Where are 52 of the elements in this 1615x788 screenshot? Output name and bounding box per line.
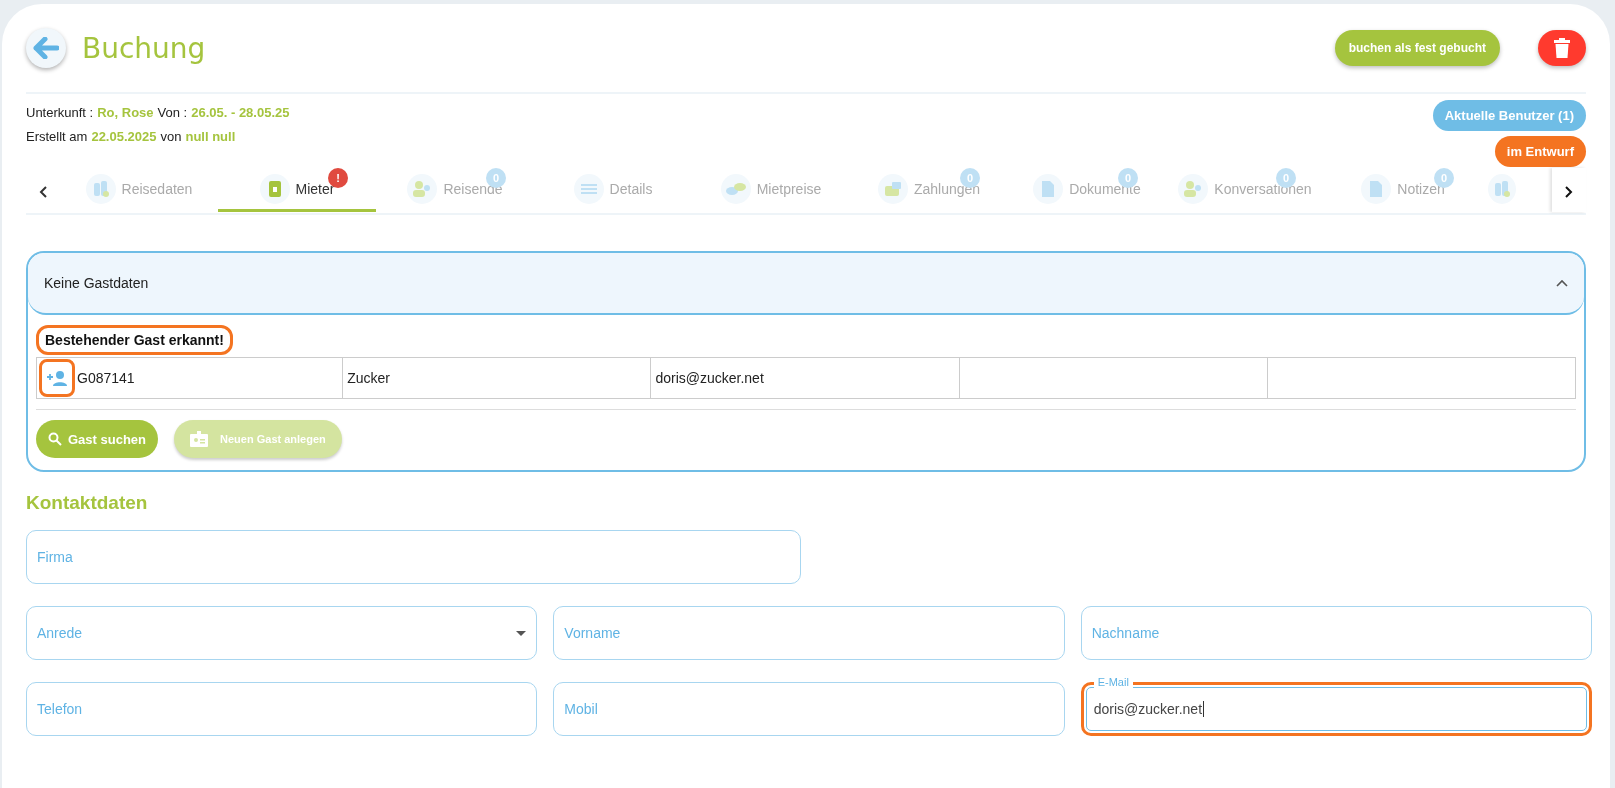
info-label: von [160, 128, 182, 144]
info-label: Erstellt am [26, 128, 88, 144]
chevron-right-icon [1565, 186, 1573, 198]
input-field[interactable]: Telefon [26, 682, 538, 736]
select-field[interactable]: Anrede [26, 606, 538, 660]
luggage-icon [85, 173, 116, 204]
tab[interactable]: Mieter ! [218, 168, 376, 212]
input-field[interactable]: Nachname [1080, 606, 1592, 660]
panel-header[interactable]: Keine Gastdaten [28, 253, 1584, 315]
input-field[interactable]: Vorname [553, 606, 1065, 660]
info-label: Unterkunft : [26, 104, 94, 120]
info-value: null null [185, 128, 236, 144]
arrow-left-icon [33, 37, 59, 59]
info-label: Von : [157, 104, 188, 120]
table-cell: doris@zucker.net [650, 358, 959, 398]
tab[interactable]: Notizen 0 [1324, 168, 1482, 212]
tab[interactable]: Konversationen 0 [1166, 168, 1324, 212]
input-field[interactable]: Firma [26, 530, 801, 584]
document-icon [1033, 173, 1064, 204]
tab[interactable]: Reisende 0 [376, 168, 534, 212]
tab[interactable]: Mietpreise [692, 168, 850, 212]
tab[interactable]: Details [534, 168, 692, 212]
id-card-icon [190, 431, 209, 447]
delete-button[interactable] [1538, 30, 1586, 66]
search-icon [48, 432, 62, 446]
info-value: 22.05.2025 [91, 128, 157, 144]
people-icon [407, 173, 438, 204]
guest-found-message: Bestehender Gast erkannt! [36, 325, 233, 355]
coins-icon [720, 173, 751, 204]
dropdown-arrow-icon [516, 630, 527, 636]
tab[interactable]: Zahlungen 0 [850, 168, 1008, 212]
contact-card-icon [259, 173, 290, 204]
page-title: Buchung [82, 31, 206, 65]
confirm-booking-button[interactable]: buchen als fest gebucht [1334, 30, 1500, 66]
tab[interactable]: Dokumente 0 [1008, 168, 1166, 212]
info-value: 26.05. - 28.05.25 [191, 104, 290, 120]
card-icon [877, 173, 908, 204]
table-cell: Zucker [342, 358, 651, 398]
section-title: Kontaktdaten [26, 492, 149, 514]
scroll-right-button[interactable] [1552, 168, 1586, 212]
status-pill: im Entwurf [1494, 136, 1586, 167]
back-button[interactable] [26, 28, 66, 68]
tab[interactable]: Reisedaten [60, 168, 218, 212]
trash-icon [1554, 38, 1570, 58]
status-pill: Aktuelle Benutzer (1) [1432, 100, 1586, 131]
search-guest-button[interactable]: Gast suchen [36, 420, 159, 458]
add-person-icon[interactable] [39, 359, 75, 397]
lines-icon [573, 173, 604, 204]
info-value: Ro, Rose [97, 104, 154, 120]
table-cell: G087141 [37, 358, 343, 398]
input-field[interactable]: Mobil [553, 682, 1065, 736]
chevron-left-icon [39, 186, 47, 198]
